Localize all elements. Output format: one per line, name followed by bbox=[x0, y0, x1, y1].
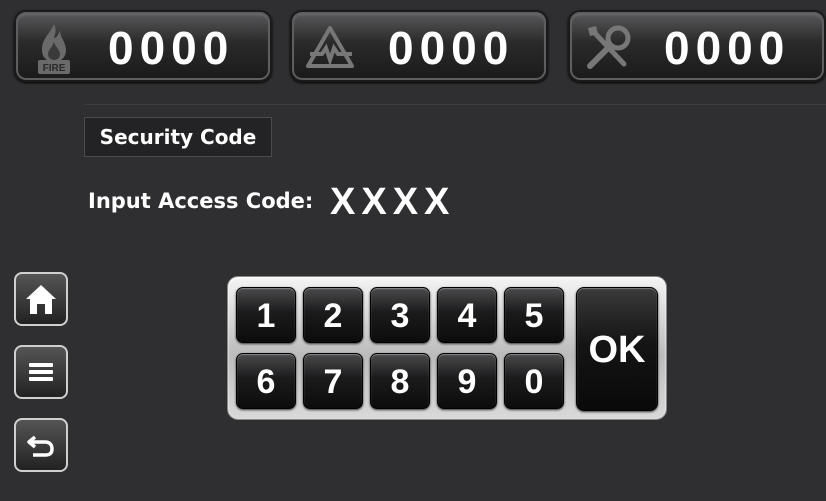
keypad: 1 2 3 4 5 6 7 8 9 0 OK bbox=[228, 277, 666, 419]
section-title: Security Code bbox=[84, 117, 272, 157]
maintenance-counter: 0000 bbox=[568, 10, 826, 82]
fault-count: 0000 bbox=[388, 22, 515, 74]
fault-warning-icon bbox=[302, 20, 358, 76]
key-1[interactable]: 1 bbox=[236, 287, 296, 343]
key-6[interactable]: 6 bbox=[236, 353, 296, 409]
fire-icon: FIRE bbox=[26, 20, 82, 76]
key-0[interactable]: 0 bbox=[504, 353, 564, 409]
key-3[interactable]: 3 bbox=[370, 287, 430, 343]
key-9[interactable]: 9 bbox=[437, 353, 497, 409]
key-2[interactable]: 2 bbox=[303, 287, 363, 343]
fire-count: 0000 bbox=[108, 22, 235, 74]
key-7[interactable]: 7 bbox=[303, 353, 363, 409]
ok-button[interactable]: OK bbox=[576, 287, 658, 411]
back-button[interactable] bbox=[14, 418, 68, 472]
fire-counter: FIRE 0000 bbox=[14, 10, 272, 82]
access-code-label: Input Access Code: bbox=[88, 189, 314, 213]
key-8[interactable]: 8 bbox=[370, 353, 430, 409]
fault-counter: 0000 bbox=[290, 10, 548, 82]
tools-icon bbox=[580, 20, 636, 76]
svg-text:FIRE: FIRE bbox=[43, 63, 66, 74]
key-4[interactable]: 4 bbox=[437, 287, 497, 343]
maintenance-count: 0000 bbox=[664, 22, 791, 74]
home-button[interactable] bbox=[14, 272, 68, 326]
access-code-display: XXXX bbox=[330, 181, 456, 223]
key-5[interactable]: 5 bbox=[504, 287, 564, 343]
menu-button[interactable] bbox=[14, 345, 68, 399]
